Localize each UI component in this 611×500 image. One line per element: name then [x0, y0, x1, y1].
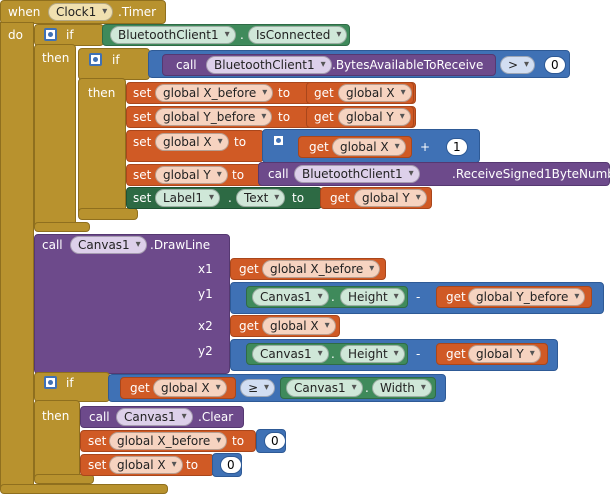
- if-keyword: if: [66, 28, 74, 42]
- then-keyword: then: [42, 409, 70, 423]
- set-keyword: set: [133, 168, 152, 182]
- get-keyword: get: [314, 110, 334, 124]
- mutator-gear-icon[interactable]: [272, 134, 285, 147]
- then-keyword: then: [88, 86, 116, 100]
- clock-component-dropdown[interactable]: Clock1: [48, 3, 114, 21]
- set-keyword: set: [133, 191, 152, 205]
- var-xbefore-dropdown[interactable]: global X_before: [155, 84, 274, 102]
- dot-separator: .: [365, 381, 369, 395]
- clock-timer-event-body-bar: [0, 22, 34, 492]
- then-keyword: then: [42, 51, 70, 65]
- get-keyword: get: [314, 86, 334, 100]
- var-y-dropdown[interactable]: global Y: [468, 345, 541, 363]
- var-ybefore-dropdown[interactable]: global Y_before: [155, 108, 273, 126]
- to-keyword: to: [232, 168, 245, 182]
- param-x1-label: x1: [198, 262, 213, 276]
- var-x-dropdown[interactable]: global X: [338, 84, 412, 102]
- param-y1-label: y1: [198, 287, 213, 301]
- label-component-dropdown[interactable]: Label1: [155, 189, 221, 207]
- get-keyword: get: [446, 347, 466, 361]
- to-keyword: to: [278, 86, 291, 100]
- compare-operator-dropdown[interactable]: ≥: [240, 379, 276, 397]
- dot-separator: .: [331, 347, 335, 361]
- var-x-dropdown[interactable]: global X: [109, 456, 183, 474]
- number-zero[interactable]: 0: [220, 456, 242, 474]
- minus-operator: -: [416, 290, 421, 304]
- width-property-dropdown[interactable]: Width: [372, 379, 432, 397]
- var-x-dropdown[interactable]: global X: [153, 379, 227, 397]
- set-keyword: set: [133, 135, 152, 149]
- mutator-gear-icon[interactable]: [44, 28, 57, 41]
- if-bytes-bottom: [78, 208, 138, 220]
- var-y-set-dropdown[interactable]: global Y: [155, 166, 228, 184]
- bluetooth-component-dropdown[interactable]: BluetoothClient1: [294, 165, 420, 183]
- drawline-method: .DrawLine: [150, 238, 211, 252]
- get-keyword: get: [239, 319, 259, 333]
- when-keyword: when: [8, 5, 41, 19]
- number-one[interactable]: 1: [446, 138, 468, 156]
- text-property-dropdown[interactable]: Text: [236, 189, 286, 207]
- var-xbefore-dropdown[interactable]: global X_before: [109, 432, 228, 450]
- compare-operator-dropdown[interactable]: >: [500, 56, 536, 74]
- call-keyword: call: [268, 167, 289, 181]
- call-keyword: call: [176, 58, 197, 72]
- height-property-dropdown[interactable]: Height: [340, 345, 405, 363]
- mutator-gear-icon[interactable]: [89, 53, 102, 66]
- canvas-component-dropdown[interactable]: Canvas1: [70, 236, 147, 254]
- var-y-dropdown[interactable]: global Y: [354, 189, 427, 207]
- bluetooth-component-dropdown[interactable]: BluetoothClient1: [110, 26, 236, 44]
- dot-separator: .: [240, 28, 244, 42]
- if-connected-then-bar: [34, 44, 76, 230]
- clock-timer-event-bottom: [0, 484, 168, 494]
- to-keyword: to: [186, 458, 199, 472]
- call-keyword: call: [89, 410, 110, 424]
- get-keyword: get: [446, 290, 466, 304]
- plus-operator: +: [420, 140, 431, 154]
- var-x-dropdown[interactable]: global X: [332, 138, 406, 156]
- if-keyword: if: [112, 53, 120, 67]
- height-property-dropdown[interactable]: Height: [340, 288, 405, 306]
- number-zero[interactable]: 0: [264, 432, 286, 450]
- set-keyword: set: [88, 458, 107, 472]
- to-keyword: to: [232, 434, 245, 448]
- set-keyword: set: [133, 110, 152, 124]
- get-keyword: get: [330, 191, 350, 205]
- param-y2-label: y2: [198, 344, 213, 358]
- var-y-dropdown[interactable]: global Y: [338, 108, 411, 126]
- param-x2-label: x2: [198, 319, 213, 333]
- var-ybefore-dropdown[interactable]: global Y_before: [468, 288, 586, 306]
- set-keyword: set: [133, 86, 152, 100]
- minus-operator: -: [416, 347, 421, 361]
- to-keyword: to: [278, 110, 291, 124]
- receive-byte-method: .ReceiveSigned1ByteNumber: [452, 167, 611, 181]
- if-keyword: if: [66, 376, 74, 390]
- bluetooth-component-dropdown[interactable]: BluetoothClient1: [206, 56, 332, 74]
- dot-separator: .: [331, 290, 335, 304]
- set-keyword: set: [88, 434, 107, 448]
- var-xbefore-dropdown[interactable]: global X_before: [262, 260, 381, 278]
- var-x-dropdown[interactable]: global X: [262, 317, 336, 335]
- if-connected-bottom: [34, 222, 90, 232]
- call-keyword: call: [42, 238, 63, 252]
- canvas-component-dropdown[interactable]: Canvas1: [252, 345, 329, 363]
- canvas-component-dropdown[interactable]: Canvas1: [116, 408, 193, 426]
- isconnected-property-dropdown[interactable]: IsConnected: [248, 26, 348, 44]
- get-keyword: get: [239, 262, 259, 276]
- timer-event-name: .Timer: [118, 5, 157, 19]
- dot-separator: .: [228, 191, 232, 205]
- get-keyword: get: [309, 140, 329, 154]
- do-keyword: do: [8, 28, 23, 42]
- var-x-set-dropdown[interactable]: global X: [155, 133, 229, 151]
- number-zero[interactable]: 0: [544, 56, 566, 74]
- bytes-available-method: .BytesAvailableToReceive: [332, 58, 484, 72]
- canvas-component-dropdown[interactable]: Canvas1: [286, 379, 363, 397]
- get-keyword: get: [130, 381, 150, 395]
- mutator-gear-icon[interactable]: [44, 376, 57, 389]
- clear-method: .Clear: [198, 410, 234, 424]
- to-keyword: to: [292, 191, 305, 205]
- canvas-component-dropdown[interactable]: Canvas1: [252, 288, 329, 306]
- to-keyword: to: [234, 135, 247, 149]
